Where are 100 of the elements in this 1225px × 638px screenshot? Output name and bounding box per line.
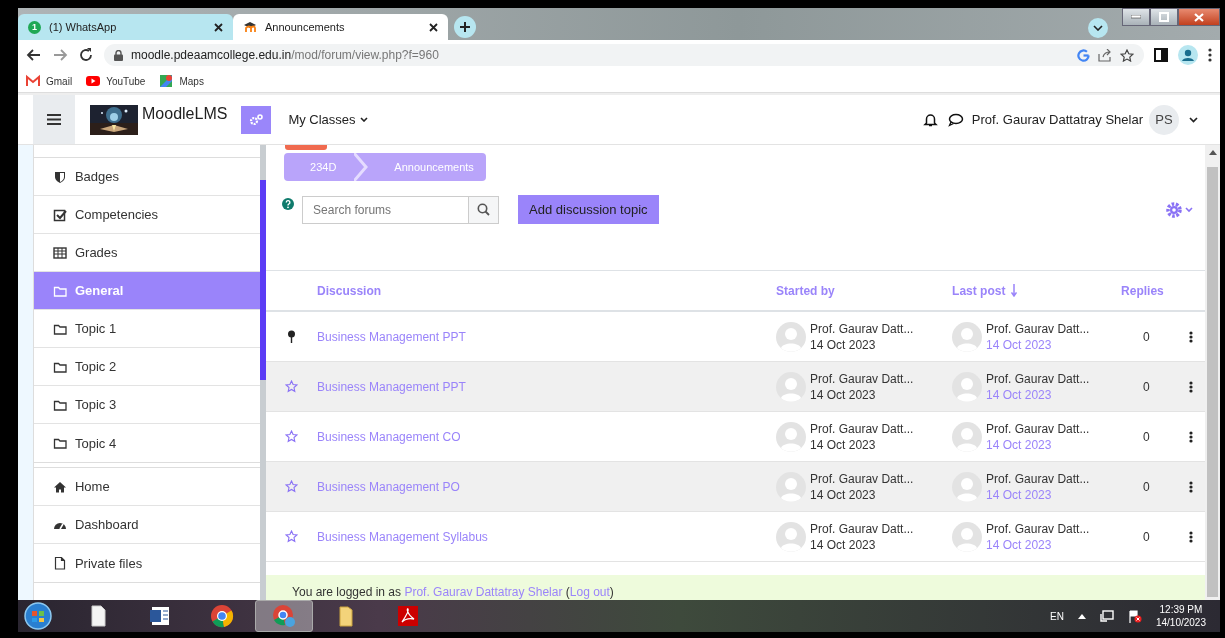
add-discussion-button[interactable]: Add discussion topic: [518, 195, 659, 224]
author-name[interactable]: Prof. Gaurav Datt...: [810, 520, 914, 537]
language-indicator[interactable]: EN: [1050, 610, 1064, 622]
author-name[interactable]: Prof. Gaurav Datt...: [986, 370, 1090, 387]
post-date: 14 Oct 2023: [810, 486, 877, 503]
maximize-button[interactable]: [1150, 8, 1178, 26]
close-icon[interactable]: [429, 22, 438, 32]
minimize-icon: [1131, 15, 1141, 19]
close-icon[interactable]: [214, 22, 223, 32]
chevron-down-icon: [1093, 25, 1103, 31]
author-name[interactable]: Prof. Gaurav Datt...: [986, 420, 1090, 437]
reply-count: 0: [1142, 479, 1151, 494]
close-button[interactable]: [1178, 8, 1220, 26]
reply-count: 0: [1142, 379, 1151, 394]
browser-tab[interactable]: Announcements: [233, 14, 448, 40]
folder-icon: [52, 436, 67, 450]
google-icon[interactable]: [1077, 48, 1090, 62]
menu-icon[interactable]: [1208, 48, 1212, 62]
avatar-icon: [776, 421, 807, 452]
more-icon[interactable]: [1188, 480, 1193, 493]
avatar-icon: [776, 471, 807, 502]
avatar-icon: [952, 471, 983, 502]
more-icon[interactable]: [1188, 530, 1193, 543]
breadcrumb-separator-icon: [354, 153, 369, 181]
plus-icon: [459, 21, 471, 33]
site-title[interactable]: MoodleLMS: [142, 104, 228, 123]
new-tab-button[interactable]: [454, 16, 476, 38]
play-icon: [86, 74, 101, 88]
author-name[interactable]: Prof. Gaurav Datt...: [810, 370, 914, 387]
sidebar-item[interactable]: Private files: [33, 544, 261, 582]
gears-icon: [249, 113, 264, 126]
grid-icon: [52, 245, 67, 260]
caret-icon[interactable]: [1189, 116, 1198, 123]
settings-icon[interactable]: [1165, 201, 1194, 218]
reply-count: 0: [1142, 529, 1151, 544]
avatar-icon: [952, 321, 983, 352]
avatar-icon: [776, 371, 807, 402]
bookmark[interactable]: Gmail: [26, 74, 73, 88]
bell-icon[interactable]: [922, 112, 938, 127]
my-classes-menu[interactable]: My Classes: [288, 112, 368, 127]
user-avatar[interactable]: PS: [1149, 104, 1179, 135]
avatar-icon: [952, 371, 983, 402]
sidebar-item[interactable]: Topic 4: [33, 424, 261, 462]
more-icon[interactable]: [1188, 430, 1193, 443]
page-scrollbar[interactable]: [1205, 145, 1220, 600]
tray-arrow-icon[interactable]: [1077, 613, 1086, 619]
avatar-icon: [952, 421, 983, 452]
avatar-icon: [776, 521, 807, 552]
admin-button[interactable]: [241, 105, 272, 134]
chat-icon[interactable]: [947, 112, 964, 127]
address-bar[interactable]: moodle.pdeaamcollege.edu.in/mod/forum/view.php?f=960: [104, 44, 1144, 66]
star-icon[interactable]: [1120, 48, 1134, 62]
side-panel-icon[interactable]: [1154, 48, 1168, 62]
post-date: 14 Oct 2023: [810, 336, 877, 353]
graduation-cap-icon: [243, 20, 257, 34]
author-name[interactable]: Prof. Gaurav Datt...: [810, 420, 914, 437]
user-name[interactable]: Prof. Gaurav Dattatray Shelar: [971, 112, 1143, 127]
menu-button[interactable]: [33, 95, 75, 144]
help-icon[interactable]: [282, 198, 295, 210]
star-icon[interactable]: [285, 530, 299, 543]
sidebar-scrollbar[interactable]: [260, 145, 267, 600]
map-icon: [159, 74, 174, 88]
author-name[interactable]: Prof. Gaurav Datt...: [986, 470, 1090, 487]
back-icon[interactable]: [26, 47, 42, 63]
profile-icon[interactable]: [1178, 45, 1198, 65]
star-icon[interactable]: [285, 480, 299, 493]
forward-icon[interactable]: [52, 47, 68, 63]
author-name[interactable]: Prof. Gaurav Datt...: [810, 470, 914, 487]
minimize-button[interactable]: [1122, 8, 1150, 26]
author-name[interactable]: Prof. Gaurav Datt...: [986, 520, 1090, 537]
bookmark[interactable]: YouTube: [86, 74, 146, 88]
browser-tab[interactable]: 1 (1) WhatsApp: [18, 14, 233, 40]
caret-icon: [359, 117, 368, 122]
reload-icon[interactable]: [78, 47, 94, 63]
post-date: 14 Oct 2023: [810, 436, 877, 453]
more-icon[interactable]: [1188, 330, 1193, 343]
network-icon[interactable]: [1099, 610, 1114, 622]
search-field[interactable]: Search forums: [302, 195, 469, 224]
login-info: You are logged in as Prof. Gaurav Dattatray Shelar (Log out): [292, 585, 614, 599]
start-button[interactable]: [21, 601, 55, 631]
clock[interactable]: 12:39 PM 14/10/2023: [1155, 603, 1206, 629]
shield-icon: [52, 169, 67, 184]
tab-search-button[interactable]: [1088, 18, 1108, 38]
reply-count: 0: [1142, 429, 1151, 444]
scroll-up-icon[interactable]: [1208, 149, 1217, 155]
lock-icon: [114, 49, 123, 61]
bookmark[interactable]: Maps: [159, 74, 204, 88]
search-button[interactable]: [468, 195, 500, 224]
search-icon: [477, 203, 491, 216]
star-icon[interactable]: [285, 430, 299, 443]
flag-icon[interactable]: [1127, 609, 1142, 623]
author-name[interactable]: Prof. Gaurav Datt...: [986, 320, 1090, 337]
share-icon[interactable]: [1098, 48, 1112, 62]
author-name[interactable]: Prof. Gaurav Datt...: [810, 320, 914, 337]
url-text: moodle.pdeaamcollege.edu.in/mod/forum/view.php?f=960: [131, 48, 439, 62]
browser-icon: [210, 604, 234, 628]
more-icon[interactable]: [1188, 380, 1193, 393]
close-icon: [1194, 12, 1204, 22]
mail-icon: [26, 74, 40, 88]
star-icon[interactable]: [285, 380, 299, 393]
